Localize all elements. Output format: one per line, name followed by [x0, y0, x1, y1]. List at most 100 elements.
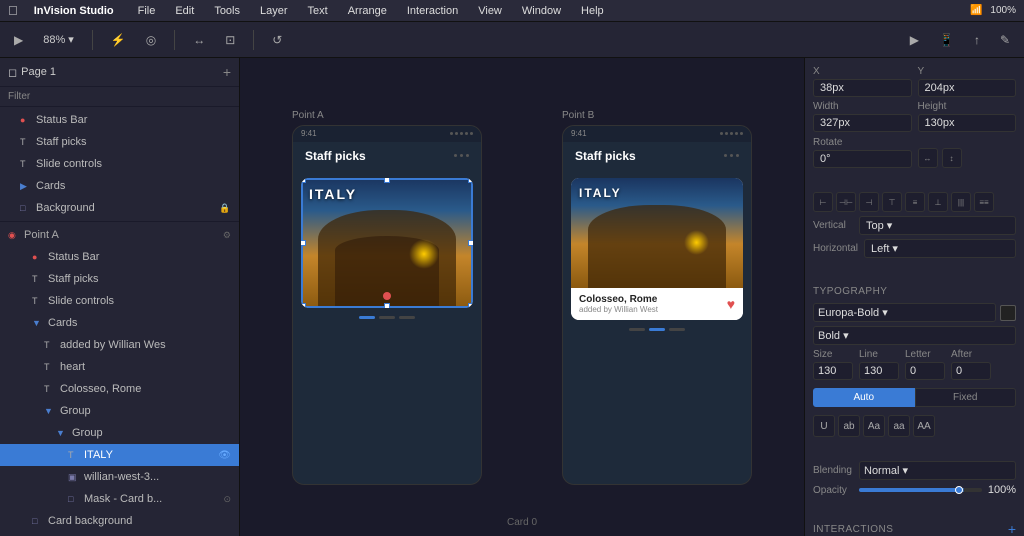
- width-label: Width: [813, 101, 912, 112]
- move-tool-btn[interactable]: ↔: [187, 30, 211, 50]
- layer-group-1[interactable]: ▼ Group: [0, 400, 239, 422]
- card-a[interactable]: ITALY: [301, 178, 473, 308]
- distribute-h-btn[interactable]: |||: [951, 192, 971, 212]
- size-input[interactable]: 130: [813, 362, 853, 380]
- menu-text[interactable]: Text: [304, 5, 332, 17]
- menu-file[interactable]: File: [134, 5, 160, 17]
- layer-colosseo[interactable]: T Colosseo, Rome: [0, 378, 239, 400]
- artboard-a-frame[interactable]: 9:41 Staff picks: [292, 125, 482, 485]
- flip-h-btn[interactable]: ↔: [918, 148, 938, 168]
- layer-heart[interactable]: T heart: [0, 356, 239, 378]
- layer-added-by[interactable]: T added by Willian Wes: [0, 334, 239, 356]
- share-btn[interactable]: ↑: [968, 30, 986, 50]
- section-separator: [0, 221, 239, 222]
- select-tool-btn[interactable]: ▶: [8, 30, 29, 50]
- fixed-toggle-btn[interactable]: Fixed: [915, 388, 1017, 407]
- layer-status-bar-2[interactable]: ● Status Bar: [0, 246, 239, 268]
- align-center-v-btn[interactable]: ≡: [905, 192, 925, 212]
- card-b[interactable]: ITALY Colosseo, Rome added by Willian We…: [571, 178, 743, 320]
- layer-slide-controls-1[interactable]: T Slide controls: [0, 153, 239, 175]
- blending-select[interactable]: Normal ▾: [859, 461, 1016, 480]
- align-center-h-btn[interactable]: ⊣⊢: [836, 192, 856, 212]
- layer-card-bg-2[interactable]: □ Card background: [0, 532, 239, 536]
- y-value[interactable]: 204px: [918, 79, 1017, 97]
- target-tool-btn[interactable]: ◎: [140, 30, 162, 50]
- page-label: ◻ Page 1: [8, 66, 56, 79]
- text-style-row: U ab Aa aa AA: [813, 415, 1016, 437]
- strikethrough-btn[interactable]: ab: [838, 415, 860, 437]
- horizontal-align-row: Horizontal Left ▾: [813, 239, 1016, 258]
- alignment-group: ⊢ ⊣⊢ ⊣ ⊤ ≡ ⊥ ||| ≡≡ Vertical Top ▾ Horiz…: [813, 192, 1016, 258]
- font-weight-row: Bold ▾: [813, 326, 1016, 345]
- add-interaction-btn[interactable]: +: [1008, 521, 1016, 536]
- artboard-b-wrapper: Point B 9:41 Staff picks: [562, 110, 752, 485]
- layer-mask-card[interactable]: □ Mask - Card b... ⊙: [0, 488, 239, 510]
- letter-input[interactable]: 0: [905, 362, 945, 380]
- menu-view[interactable]: View: [474, 5, 506, 17]
- rotate-value[interactable]: 0°: [813, 150, 912, 168]
- line-input[interactable]: 130: [859, 362, 899, 380]
- status-icon: ●: [32, 252, 44, 262]
- layer-staff-picks-1[interactable]: T Staff picks: [0, 131, 239, 153]
- layer-status-bar-1[interactable]: ● Status Bar: [0, 109, 239, 131]
- layer-willian-west[interactable]: ▣ willian-west-3...: [0, 466, 239, 488]
- smallcaps-btn[interactable]: aa: [888, 415, 910, 437]
- add-page-btn[interactable]: +: [223, 64, 231, 80]
- opacity-slider[interactable]: [859, 488, 982, 492]
- play-btn[interactable]: ▶: [904, 30, 925, 50]
- height-label: Height: [918, 101, 1017, 112]
- color-swatch[interactable]: [1000, 305, 1016, 321]
- width-value[interactable]: 327px: [813, 114, 912, 132]
- filter-bar: Filter: [0, 87, 239, 107]
- artboard-b-label: Point B: [562, 110, 594, 121]
- link-icon: ⊙: [223, 494, 231, 505]
- typography-title: TYPOGRAPHY: [813, 286, 1016, 297]
- refresh-btn[interactable]: ↺: [266, 30, 288, 50]
- layer-point-a[interactable]: ◉ Point A ⚙: [0, 224, 239, 246]
- distribute-v-btn[interactable]: ≡≡: [974, 192, 994, 212]
- layer-slide-controls-2[interactable]: T Slide controls: [0, 290, 239, 312]
- font-name-select[interactable]: Europa-Bold ▾: [813, 303, 996, 322]
- menu-arrange[interactable]: Arrange: [344, 5, 391, 17]
- menu-layer[interactable]: Layer: [256, 5, 292, 17]
- auto-toggle-btn[interactable]: Auto: [813, 388, 915, 407]
- cursor-btn[interactable]: ✎: [994, 30, 1016, 50]
- layer-staff-picks-2[interactable]: T Staff picks: [0, 268, 239, 290]
- x-value[interactable]: 38px: [813, 79, 912, 97]
- vertical-value[interactable]: Top ▾: [859, 216, 1016, 235]
- rotate-label: Rotate: [813, 137, 912, 148]
- layer-background-1[interactable]: □ Background 🔒: [0, 197, 239, 219]
- device-btn[interactable]: 📱: [933, 30, 960, 50]
- align-right-btn[interactable]: ⊣: [859, 192, 879, 212]
- horizontal-value[interactable]: Left ▾: [864, 239, 1016, 258]
- status-icon: ●: [20, 115, 32, 125]
- align-top-btn[interactable]: ⊤: [882, 192, 902, 212]
- layer-cards-1[interactable]: ▶ Cards: [0, 175, 239, 197]
- layer-group-2[interactable]: ▼ Group: [0, 422, 239, 444]
- layer-italy[interactable]: T ITALY 👁: [0, 444, 239, 466]
- menu-edit[interactable]: Edit: [171, 5, 198, 17]
- lowercase-btn[interactable]: Aa: [863, 415, 885, 437]
- align-bottom-btn[interactable]: ⊥: [928, 192, 948, 212]
- menu-help[interactable]: Help: [577, 5, 608, 17]
- align-left-btn[interactable]: ⊢: [813, 192, 833, 212]
- card-b-image: ITALY: [571, 178, 743, 288]
- menu-window[interactable]: Window: [518, 5, 565, 17]
- layer-card-bg-1[interactable]: □ Card background: [0, 510, 239, 532]
- canvas-area[interactable]: Point A 9:41 Staff picks: [240, 58, 804, 536]
- height-value[interactable]: 130px: [918, 114, 1017, 132]
- menu-interaction[interactable]: Interaction: [403, 5, 462, 17]
- card-b-title: Colosseo, Rome: [579, 294, 735, 305]
- opacity-handle[interactable]: [955, 486, 963, 494]
- frame-tool-btn[interactable]: ⊡: [219, 30, 241, 50]
- layer-cards-2[interactable]: ▼ Cards: [0, 312, 239, 334]
- flip-v-btn[interactable]: ↕: [942, 148, 962, 168]
- zoom-control[interactable]: 88% ▾: [37, 30, 80, 49]
- artboard-b-frame[interactable]: 9:41 Staff picks: [562, 125, 752, 485]
- uppercase-btn[interactable]: AA: [913, 415, 935, 437]
- after-input[interactable]: 0: [951, 362, 991, 380]
- font-weight-select[interactable]: Bold ▾: [813, 326, 1016, 345]
- lightning-tool-btn[interactable]: ⚡: [105, 30, 132, 50]
- underline-btn[interactable]: U: [813, 415, 835, 437]
- menu-tools[interactable]: Tools: [210, 5, 244, 17]
